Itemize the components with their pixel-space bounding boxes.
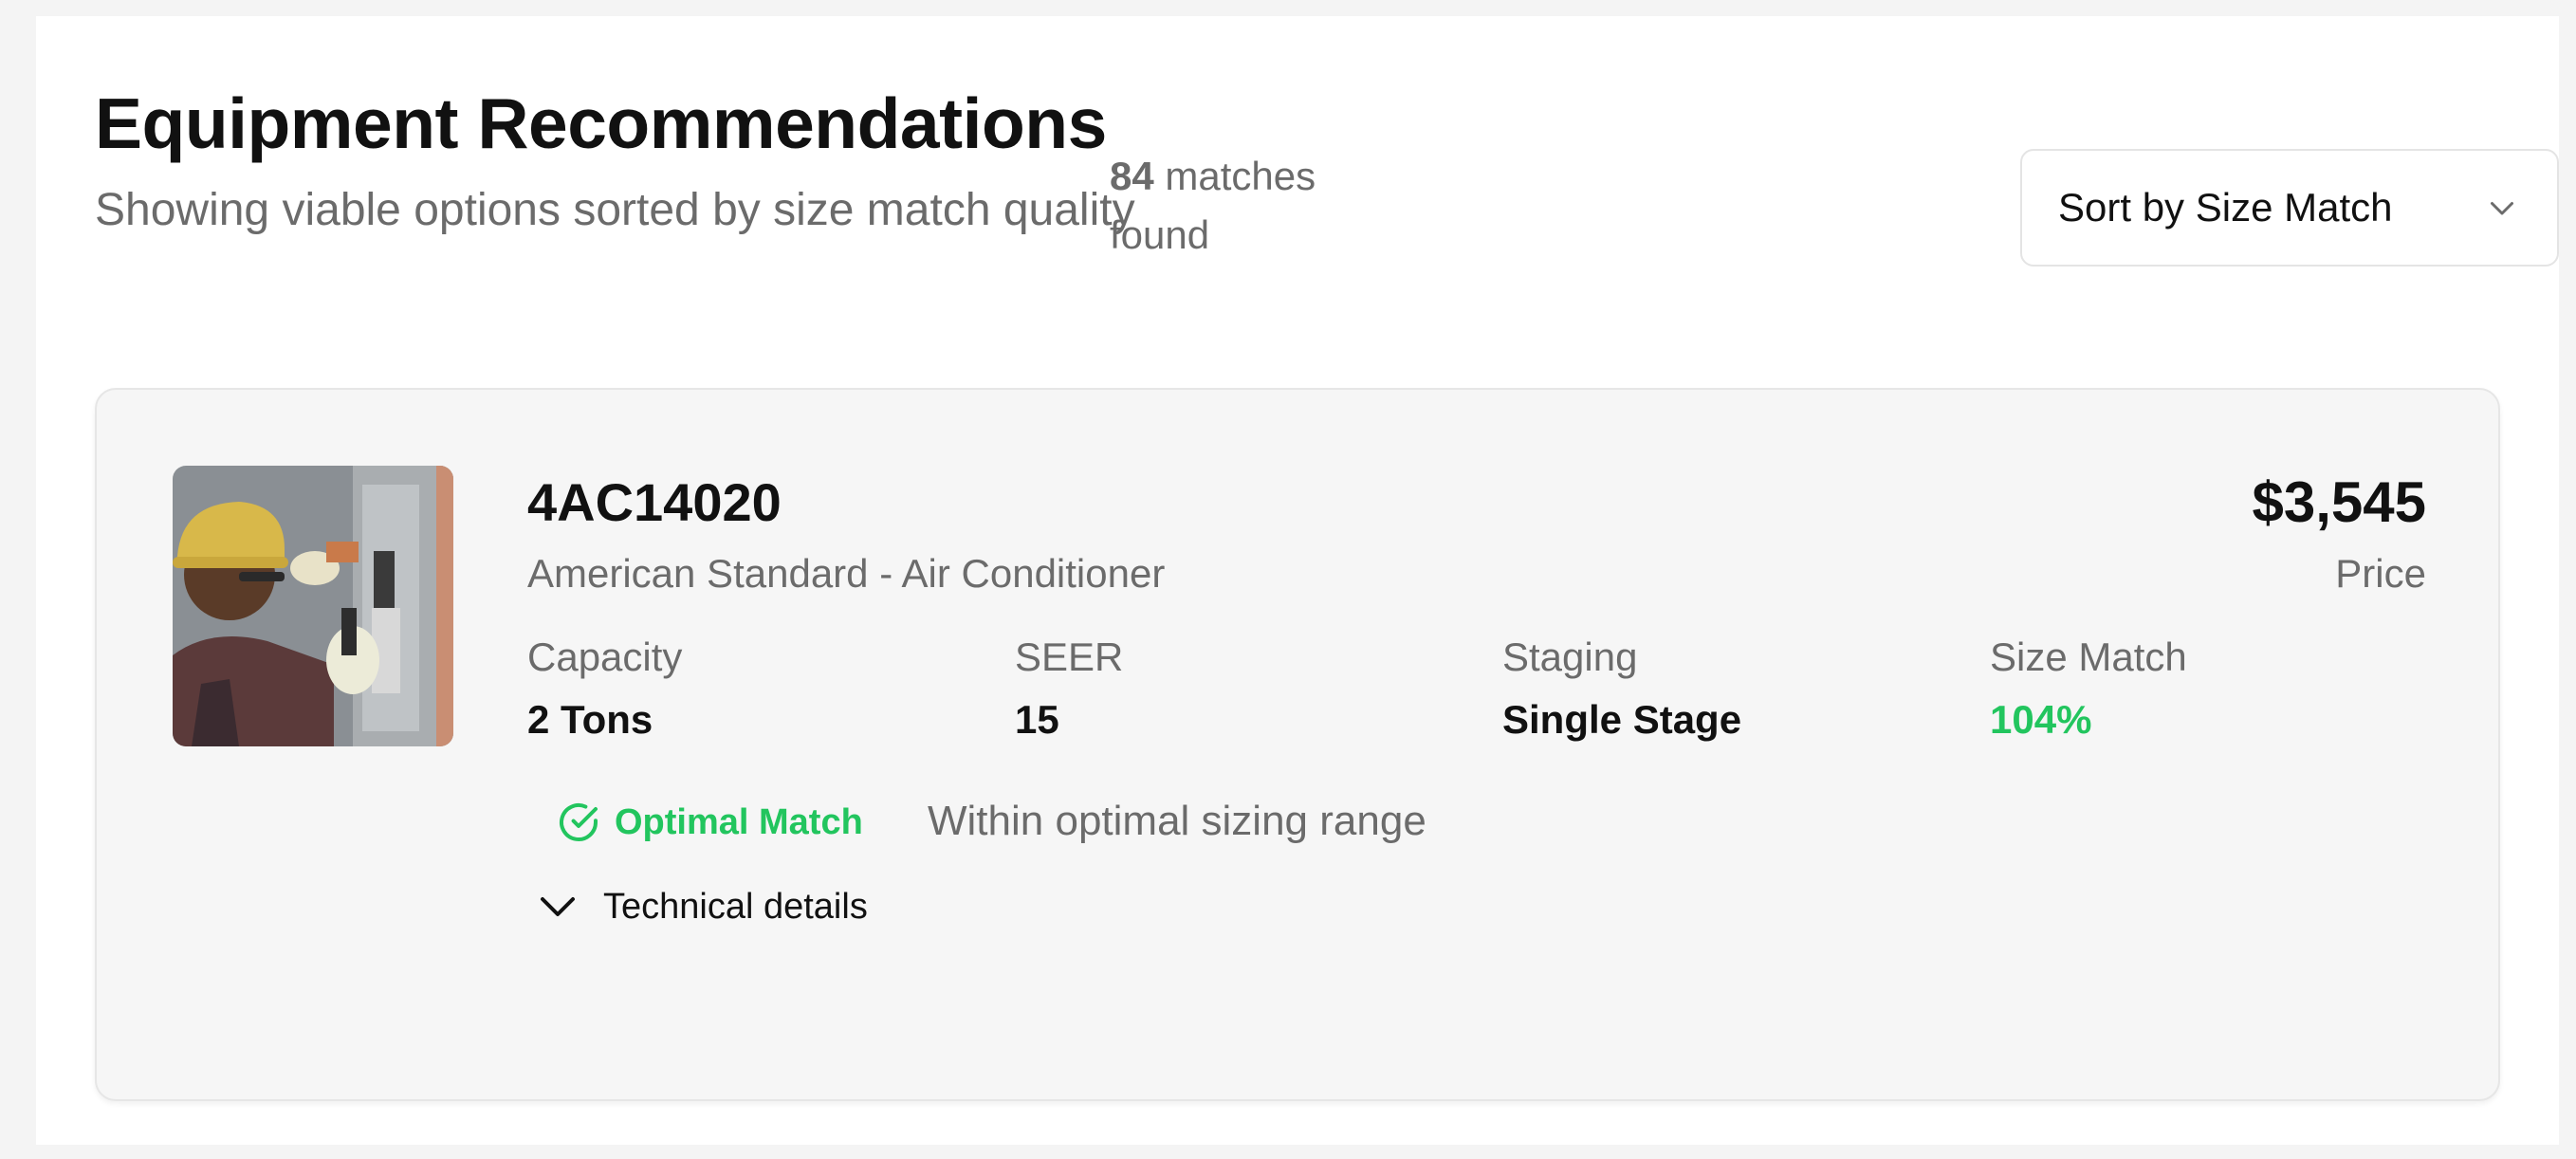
- spec-label: Size Match: [1990, 635, 2187, 679]
- check-circle-icon: [560, 803, 598, 841]
- chevron-down-icon: [541, 897, 575, 916]
- technical-details-label: Technical details: [603, 886, 868, 927]
- header: Equipment Recommendations Showing viable…: [95, 73, 2559, 339]
- recommendations-panel: Equipment Recommendations Showing viable…: [36, 16, 2559, 1145]
- chevron-down-icon: [2491, 202, 2513, 215]
- spec-value: Single Stage: [1502, 697, 1742, 742]
- match-status-badge: Optimal Match: [556, 794, 863, 851]
- spec-seer: SEER 15: [1015, 635, 1470, 743]
- product-image: [173, 466, 453, 746]
- spec-staging: Staging Single Stage: [1502, 635, 1958, 743]
- sort-dropdown[interactable]: Sort by Size Match: [2020, 149, 2559, 267]
- spec-label: Capacity: [527, 635, 683, 679]
- spec-label: Staging: [1502, 635, 1638, 679]
- spec-label: SEER: [1015, 635, 1124, 679]
- sort-selected-label: Sort by Size Match: [2058, 185, 2393, 230]
- match-count: 84 matches found: [1110, 147, 1356, 265]
- spec-value: 104%: [1990, 697, 2092, 742]
- page-subtitle: Showing viable options sorted by size ma…: [95, 185, 1135, 235]
- match-status-label: Optimal Match: [615, 801, 863, 842]
- product-price: $3,545: [2252, 470, 2426, 534]
- match-status-description: Within optimal sizing range: [928, 798, 1426, 844]
- product-model: 4AC14020: [527, 472, 782, 532]
- match-count-number: 84: [1110, 154, 1154, 198]
- technician-photo: [173, 466, 453, 746]
- product-card[interactable]: 4AC14020 American Standard - Air Conditi…: [95, 388, 2500, 1101]
- price-label: Price: [2335, 551, 2426, 596]
- spec-capacity: Capacity 2 Tons: [527, 635, 983, 743]
- spec-size-match: Size Match 104%: [1990, 635, 2445, 743]
- page-title: Equipment Recommendations: [95, 83, 1107, 163]
- product-brand: American Standard - Air Conditioner: [527, 551, 1166, 596]
- technical-details-toggle[interactable]: Technical details: [535, 883, 868, 930]
- spec-value: 2 Tons: [527, 697, 653, 742]
- spec-value: 15: [1015, 697, 1059, 742]
